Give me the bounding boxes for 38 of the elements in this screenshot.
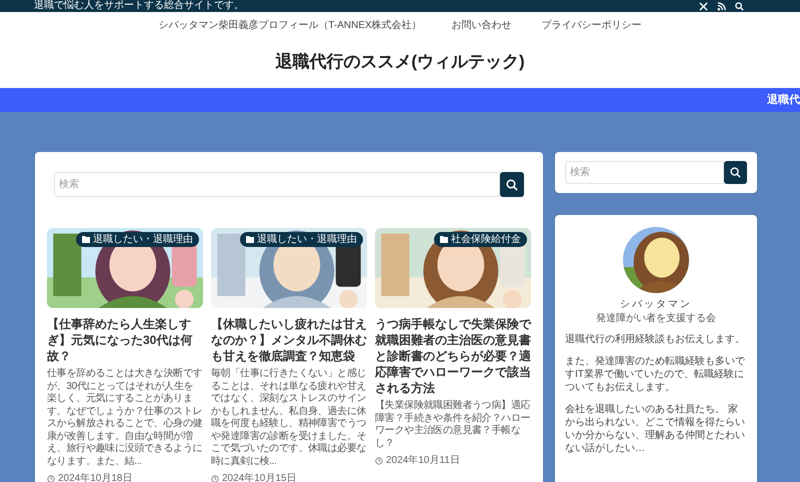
search-icon[interactable] bbox=[735, 2, 744, 10]
profile-name: シバッタマン bbox=[620, 299, 692, 311]
folder-icon bbox=[82, 236, 90, 243]
article-title[interactable]: 【休職したいし疲れたは甘えなのか？】メンタル不調休むも甘えを徹底調査？知恵袋 bbox=[211, 316, 367, 364]
search-field[interactable]: 検索 bbox=[54, 172, 500, 197]
clock-icon bbox=[375, 457, 383, 465]
site-title[interactable]: 退職代行のススメ(ウィルテック) bbox=[275, 50, 525, 74]
category-badge[interactable]: 社会保険給付金 bbox=[434, 232, 527, 247]
ticker-text: 退職代 bbox=[767, 92, 800, 108]
search-button[interactable] bbox=[500, 172, 524, 197]
post-date: 2024年10月11日 bbox=[386, 455, 460, 467]
clock-icon bbox=[47, 475, 55, 482]
profile-paragraph: 会社を退職したいのある社員たち。 家から出られない、どこで情報を得たらいいか分からない、理解ある仲間とたわいない話がしたい… bbox=[565, 403, 746, 455]
search-button[interactable] bbox=[724, 161, 747, 184]
folder-icon bbox=[246, 236, 254, 243]
profile-subtitle: 発達障がい者を支援する会 bbox=[596, 313, 716, 325]
profile-paragraph: 退職代行の利用経験談もお伝えします。 bbox=[565, 333, 746, 346]
article-excerpt: 仕事を辞めることは大きな決断ですが、30代にとってはそれが人生を楽しく、元気にすることがあります。なぜでしょうか？仕事のストレスから解放されることで、心身の健康が改善します。自由な時間が増え、旅行や趣味に没頭できるようになります。また、結... bbox=[47, 368, 203, 468]
search-icon bbox=[506, 178, 518, 190]
category-badge[interactable]: 退職したい・退職理由 bbox=[76, 232, 199, 247]
article-title[interactable]: うつ病手帳なしで失業保険で就職困難者の主治医の意見書と診断書のどちらが必要？適応障害でハローワークで該当される方法 bbox=[375, 316, 531, 396]
article-excerpt: 【失業保険就職困難者うつ病】適応障害？手続きや条件を紹介？ハローワークや主治医の意見書？手帳なし？ bbox=[375, 400, 531, 450]
clock-icon bbox=[211, 475, 219, 482]
nav-link[interactable]: プライバシーポリシー bbox=[542, 19, 642, 33]
nav-link[interactable]: シバッタマン柴田義彦プロフィール（T-ANNEX株式会社） bbox=[158, 19, 422, 33]
article-title[interactable]: 【仕事辞めたら人生楽しすぎ】元気になった30代は何故？ bbox=[47, 316, 203, 364]
search-icon bbox=[730, 167, 741, 178]
tagline: 退職で悩む人をサポートする総合サイトです。 bbox=[34, 0, 244, 12]
category-badge[interactable]: 退職したい・退職理由 bbox=[240, 232, 363, 247]
profile-paragraph: また、発達障害のため転職経験も多いですIT業界で働いていたので、転職経験についてもお伝えします。 bbox=[565, 355, 746, 394]
x-logo-icon[interactable] bbox=[699, 2, 708, 10]
nav-link[interactable]: お問い合わせ bbox=[452, 19, 512, 33]
post-date: 2024年10月18日 bbox=[58, 473, 132, 482]
folder-icon bbox=[440, 236, 448, 243]
article-excerpt: 毎朝「仕事に行きたくない」と感じることは、それは単なる疲れや甘えではなく、深刻なストレスのサインかもしれません。私自身、過去に休職を何度も経験し、精神障害でうつや発達障害の診断を受けました。そこで気づいたのです。休職は必要な時に真剣に検... bbox=[211, 368, 367, 468]
rss-icon[interactable] bbox=[717, 2, 726, 10]
search-field[interactable]: 検索 bbox=[565, 161, 724, 184]
post-date: 2024年10月15日 bbox=[222, 473, 296, 482]
